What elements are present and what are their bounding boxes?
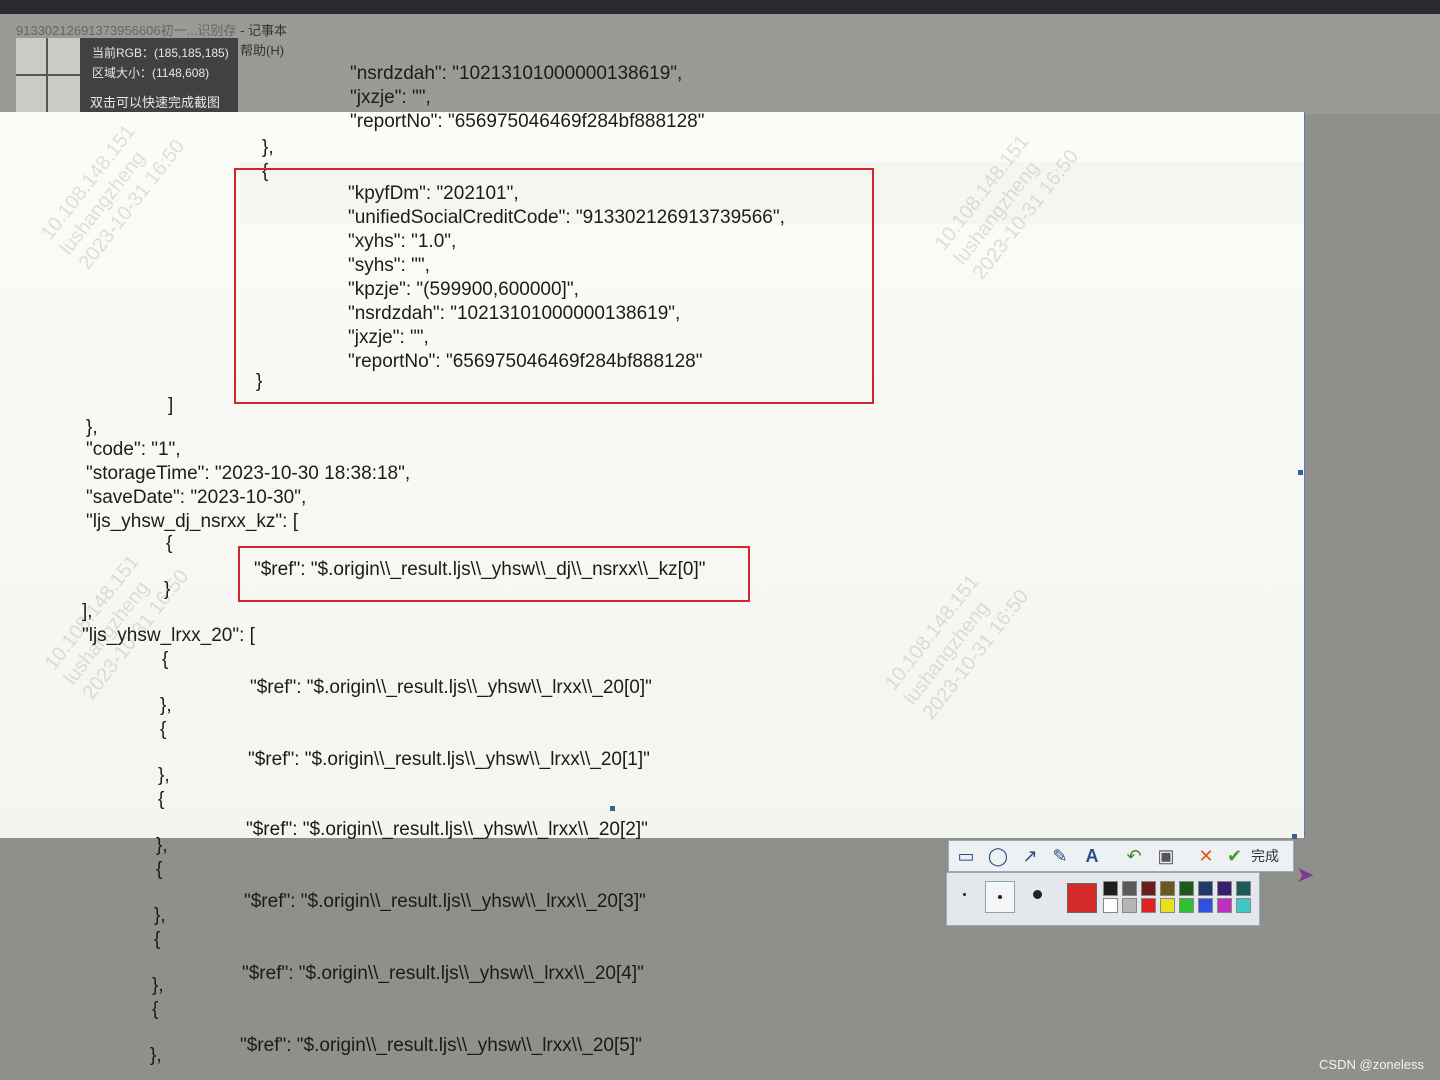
code-line: "nsrdzdah": "10213101000000138619", xyxy=(348,303,681,324)
code-line: }, xyxy=(160,695,172,716)
capture-hint: 双击可以快速完成截图 xyxy=(90,95,221,110)
code-line: "code": "1", xyxy=(86,439,181,460)
code-line: } xyxy=(256,371,263,392)
code-line: "xyhs": "1.0", xyxy=(348,231,457,252)
confirm-icon[interactable]: ✔ xyxy=(1227,845,1242,867)
brush-icon[interactable]: ✎ xyxy=(1049,845,1071,867)
color-swatch[interactable] xyxy=(1122,881,1137,896)
code-line: }, xyxy=(152,975,164,996)
code-line: "ljs_yhsw_lrxx_20": [ xyxy=(82,625,255,646)
code-line: ] xyxy=(168,395,174,416)
color-swatch[interactable] xyxy=(1217,881,1232,896)
brush-size-large[interactable] xyxy=(1033,890,1042,899)
code-line: "$ref": "$.origin\\_result.ljs\\_yhsw\\_… xyxy=(242,963,644,984)
color-swatch[interactable] xyxy=(1236,898,1251,913)
undo-icon[interactable]: ↶ xyxy=(1123,845,1145,867)
code-line: } xyxy=(164,579,171,600)
code-line: "$ref": "$.origin\\_result.ljs\\_yhsw\\_… xyxy=(254,559,706,580)
resize-handle-right[interactable] xyxy=(1298,470,1303,475)
brush-size-small[interactable] xyxy=(963,893,966,896)
monitor-bezel xyxy=(0,0,1440,14)
color-swatch[interactable] xyxy=(1141,881,1156,896)
color-swatch[interactable] xyxy=(1122,898,1137,913)
ellipse-icon[interactable]: ◯ xyxy=(987,845,1009,867)
code-line: "ljs_yhsw_dj_nsrxx_kz": [ xyxy=(86,511,299,532)
arrow-icon[interactable]: ↗ xyxy=(1019,845,1041,867)
color-swatch[interactable] xyxy=(1217,898,1232,913)
code-line: }, xyxy=(154,905,166,926)
code-line: "$ref": "$.origin\\_result.ljs\\_yhsw\\_… xyxy=(248,749,650,770)
color-swatch[interactable] xyxy=(1160,881,1175,896)
code-line: "saveDate": "2023-10-30", xyxy=(86,487,307,508)
code-line: { xyxy=(152,999,159,1020)
credit-watermark: CSDN @zoneless xyxy=(1319,1057,1424,1072)
code-line: }, xyxy=(156,835,168,856)
code-line: }, xyxy=(86,417,98,438)
color-palette xyxy=(946,872,1260,926)
code-line: "storageTime": "2023-10-30 18:38:18", xyxy=(86,463,411,484)
code-line: "unifiedSocialCreditCode": "913302126913… xyxy=(348,207,785,228)
code-line: "reportNo": "656975046469f284bf888128" xyxy=(348,351,703,372)
code-line: { xyxy=(154,929,161,950)
color-swatch[interactable] xyxy=(1198,881,1213,896)
mouse-cursor-icon: ➤ xyxy=(1296,862,1315,887)
brush-size-medium-selected[interactable] xyxy=(985,881,1015,913)
capture-toolbar: ▭ ◯ ↗ ✎ A ↶ ▣ ✕ ✔ 完成 xyxy=(948,840,1294,872)
magnifier-preview xyxy=(16,38,80,112)
cancel-icon[interactable]: ✕ xyxy=(1195,845,1217,867)
code-line: "$ref": "$.origin\\_result.ljs\\_yhsw\\_… xyxy=(240,1035,642,1056)
code-line: }, xyxy=(150,1045,162,1066)
color-swatch[interactable] xyxy=(1179,898,1194,913)
code-line: { xyxy=(160,719,167,740)
rectangle-icon[interactable]: ▭ xyxy=(955,845,977,867)
color-swatch[interactable] xyxy=(1103,881,1118,896)
code-line: { xyxy=(156,859,163,880)
code-line: { xyxy=(166,533,173,554)
code-line: "kpzje": "(599900,600000]", xyxy=(348,279,579,300)
menu-help[interactable]: 帮助(H) xyxy=(240,43,284,58)
code-line: ], xyxy=(82,601,93,622)
code-line: { xyxy=(162,649,169,670)
app-name: - 记事本 xyxy=(240,23,288,38)
color-swatch[interactable] xyxy=(1198,898,1213,913)
capture-info-panel: 当前RGB：(185,185,185) 区域大小：(1148,608) 双击可以… xyxy=(16,38,238,112)
code-line: "$ref": "$.origin\\_result.ljs\\_yhsw\\_… xyxy=(250,677,652,698)
region-size: 区域大小：(1148,608) xyxy=(92,66,210,80)
selected-color[interactable] xyxy=(1067,883,1097,913)
save-icon[interactable]: ▣ xyxy=(1155,845,1177,867)
color-swatch[interactable] xyxy=(1141,898,1156,913)
code-line: "nsrdzdah": "10213101000000138619", xyxy=(350,63,683,84)
code-line: "syhs": "", xyxy=(348,255,430,276)
code-line: }, xyxy=(158,765,170,786)
brush-size-medium-dot xyxy=(998,895,1002,899)
resize-handle-bottom[interactable] xyxy=(610,806,615,811)
color-swatch[interactable] xyxy=(1179,881,1194,896)
done-label[interactable]: 完成 xyxy=(1251,846,1279,866)
window-title: 91330212691373956606初一...识别存 xyxy=(16,23,237,38)
code-line: "jxzje": "", xyxy=(348,327,429,348)
code-line: "jxzje": "", xyxy=(350,87,431,108)
code-line: "reportNo": "656975046469f284bf888128" xyxy=(350,111,705,132)
text-icon[interactable]: A xyxy=(1081,845,1103,867)
code-line: "$ref": "$.origin\\_result.ljs\\_yhsw\\_… xyxy=(244,891,646,912)
code-line: "kpyfDm": "202101", xyxy=(348,183,519,204)
code-line: "$ref": "$.origin\\_result.ljs\\_yhsw\\_… xyxy=(246,819,648,840)
code-line: }, xyxy=(262,137,274,158)
color-swatch[interactable] xyxy=(1236,881,1251,896)
code-line: { xyxy=(158,789,165,810)
color-swatch[interactable] xyxy=(1103,898,1118,913)
color-swatch[interactable] xyxy=(1160,898,1175,913)
current-rgb: 当前RGB：(185,185,185) xyxy=(92,46,229,60)
resize-handle-corner[interactable] xyxy=(1292,834,1297,839)
